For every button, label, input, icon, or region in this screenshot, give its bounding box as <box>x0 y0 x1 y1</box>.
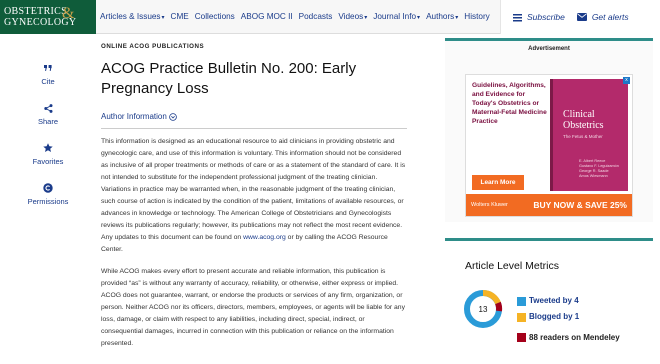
share-action[interactable]: Share <box>20 102 76 126</box>
publisher-logo: Wolters Kluwer <box>471 202 508 208</box>
quote-icon <box>44 62 52 74</box>
favorites-label: Favorites <box>32 157 64 166</box>
metrics-heading: Article Level Metrics <box>465 260 559 272</box>
nav-videos[interactable]: Videos▾ <box>338 12 367 21</box>
nav-authors[interactable]: Authors▾ <box>426 12 458 21</box>
copyright-icon <box>43 182 53 194</box>
twitter-color-square <box>517 297 526 306</box>
article-level-metrics: Article Level Metrics 13 Tweeted by 4 Bl… <box>445 238 653 364</box>
logo-line-2: GYNECOLOGY <box>4 16 77 28</box>
author-information-label: Author Information <box>101 112 167 121</box>
ad-cta-strip[interactable]: Wolters Kluwer BUY NOW & SAVE 25% <box>466 194 632 216</box>
nav-label: Journal Info <box>373 12 417 21</box>
get-alerts-link[interactable]: Get alerts <box>576 12 629 22</box>
book-title: Clinical Obstetrics <box>563 109 604 131</box>
logo-line-1: OBSTETRICS <box>4 5 68 17</box>
primary-nav: Articles & Issues▾ CME Collections ABOG … <box>96 0 496 34</box>
tweeted-metric[interactable]: Tweeted by 4 <box>517 296 579 306</box>
cite-action[interactable]: Cite <box>20 62 76 86</box>
advertisement-box: Advertisement Guidelines, Algorithms, an… <box>445 38 653 222</box>
article-title: ACOG Practice Bulletin No. 200: Early Pr… <box>101 59 407 99</box>
chevron-down-circle-icon <box>169 112 177 121</box>
favorites-action[interactable]: Favorites <box>20 142 76 166</box>
article-title-line-1: ACOG Practice Bulletin No. 200: Early <box>101 60 357 77</box>
nav-history[interactable]: History <box>464 12 489 21</box>
nav-label: Videos <box>338 12 364 21</box>
book-authors: E. Albert Reece Gustavo F. Leguizamón Ge… <box>579 159 619 178</box>
nav-podcasts[interactable]: Podcasts <box>299 12 333 21</box>
subscribe-label: Subscribe <box>527 12 565 22</box>
chevron-down-icon: ▾ <box>417 15 421 21</box>
nav-articles-issues[interactable]: Articles & Issues▾ <box>100 12 165 21</box>
tweeted-label: Tweeted by 4 <box>529 296 579 305</box>
book-cover-image: Clinical Obstetrics The Fetus & Mother E… <box>550 79 628 191</box>
menu-list-icon <box>513 13 522 21</box>
nav-abog-moc-ii[interactable]: ABOG MOC II <box>241 12 293 21</box>
blogged-metric[interactable]: Blogged by 1 <box>517 312 579 322</box>
article-main: ONLINE ACOG PUBLICATIONS ACOG Practice B… <box>101 43 407 350</box>
divider <box>101 128 407 129</box>
disclaimer-paragraph-1: This information is designed as an educa… <box>101 136 407 256</box>
nav-label: Articles & Issues <box>100 12 161 21</box>
star-icon <box>43 142 53 154</box>
journal-logo[interactable]: OBSTETRICS & GYNECOLOGY <box>0 0 96 34</box>
book-subtitle: The Fetus & Mother <box>563 134 603 139</box>
chevron-down-icon: ▾ <box>455 15 459 21</box>
paragraph-text: This information is designed as an educa… <box>101 138 406 241</box>
right-sidebar: Advertisement Guidelines, Algorithms, an… <box>445 38 653 364</box>
chevron-down-icon: ▾ <box>161 15 165 21</box>
cite-label: Cite <box>41 77 55 86</box>
blogged-label: Blogged by 1 <box>529 312 580 321</box>
logo-ampersand: & <box>62 4 75 22</box>
acog-website-link[interactable]: www.acog.org <box>243 234 286 241</box>
mendeley-label: 88 readers on Mendeley <box>529 333 620 342</box>
blog-color-square <box>517 313 526 322</box>
ad-headline: Guidelines, Algorithms, and Evidence for… <box>472 82 547 125</box>
nav-collections[interactable]: Collections <box>195 12 235 21</box>
share-label: Share <box>37 117 58 126</box>
get-alerts-label: Get alerts <box>591 12 629 22</box>
altmetric-donut[interactable]: 13 <box>463 289 503 329</box>
altmetric-score: 13 <box>478 304 488 314</box>
learn-more-button[interactable]: Learn More <box>472 175 524 190</box>
book-advertisement[interactable]: Guidelines, Algorithms, and Evidence for… <box>465 74 633 217</box>
advertisement-label: Advertisement <box>528 46 570 52</box>
permissions-action[interactable]: Permissions <box>20 182 76 206</box>
nav-cme[interactable]: CME <box>171 12 189 21</box>
nav-label: Authors <box>426 12 455 21</box>
buy-now-cta: BUY NOW & SAVE 25% <box>533 200 627 210</box>
disclaimer-paragraph-2: While ACOG makes every effort to present… <box>101 268 405 347</box>
mendeley-metric[interactable]: 88 readers on Mendeley <box>517 332 637 343</box>
subscribe-link[interactable]: Subscribe <box>513 12 565 22</box>
chevron-down-icon: ▾ <box>364 15 368 21</box>
permissions-label: Permissions <box>27 197 69 206</box>
article-tools-rail: Cite Share Favorites Permissions <box>20 62 76 222</box>
ad-choices-icon[interactable]: x <box>623 77 630 84</box>
author-information-toggle[interactable]: Author Information <box>101 112 407 121</box>
mendeley-color-square <box>517 333 526 342</box>
nav-journal-info[interactable]: Journal Info▾ <box>373 12 420 21</box>
top-navigation: OBSTETRICS & GYNECOLOGY Articles & Issue… <box>0 0 660 34</box>
account-actions: Subscribe Get alerts <box>500 0 660 34</box>
envelope-icon <box>576 13 587 21</box>
article-kicker: ONLINE ACOG PUBLICATIONS <box>101 43 205 50</box>
article-title-line-2: Pregnancy Loss <box>101 80 209 97</box>
share-icon <box>43 102 53 114</box>
